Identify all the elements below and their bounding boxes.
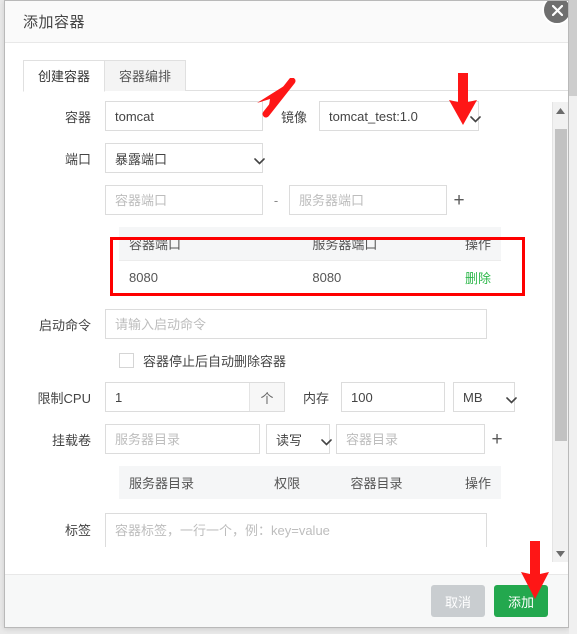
- container-name-input[interactable]: [105, 101, 263, 131]
- delete-port-link[interactable]: 删除: [465, 271, 491, 286]
- auto-remove-row: 容器停止后自动删除容器: [119, 351, 568, 370]
- port-row-container-port: 8080: [119, 260, 303, 295]
- tab-create-container[interactable]: 创建容器: [23, 60, 106, 92]
- port-table-header-action: 操作: [447, 227, 501, 261]
- volume-label: 挂载卷: [51, 432, 91, 448]
- port-label: 端口: [64, 151, 91, 167]
- start-command-row: 启动命令: [5, 309, 568, 339]
- volume-table-header-action: 操作: [443, 466, 501, 499]
- labels-row: 标签: [5, 513, 568, 547]
- dialog-title: 添加容器: [23, 14, 86, 31]
- form-scroll-area: 容器 镜像 tomcat_test:1.0 端口 暴露端口: [5, 91, 568, 547]
- table-row: 8080 8080 删除: [119, 260, 501, 295]
- volume-table-header-row: 服务器目录 权限 容器目录 操作: [119, 466, 501, 499]
- port-table-header-server-port: 服务器端口: [302, 227, 448, 261]
- volume-row: 挂载卷 读写 +: [5, 424, 568, 454]
- memory-input[interactable]: [341, 382, 445, 412]
- volume-container-dir-input[interactable]: [336, 424, 485, 454]
- port-table: 容器端口 服务器端口 操作 8080 8080 删除: [119, 227, 501, 295]
- container-name-label: 容器: [64, 109, 91, 125]
- container-port-input[interactable]: [105, 185, 263, 215]
- dialog-header: 添加容器: [5, 1, 568, 43]
- dialog-scrollbar[interactable]: [552, 102, 568, 562]
- image-label: 镜像: [280, 109, 307, 125]
- volume-server-dir-input[interactable]: [105, 424, 260, 454]
- cpu-label: 限制CPU: [37, 390, 91, 406]
- volume-table-header-server-dir: 服务器目录: [119, 466, 265, 499]
- scroll-up-button[interactable]: [553, 102, 568, 119]
- scrollbar-thumb[interactable]: [555, 129, 567, 441]
- auto-remove-label[interactable]: 容器停止后自动删除容器: [143, 351, 286, 370]
- browser-scrollbar[interactable]: [569, 0, 577, 634]
- cpu-memory-row: 限制CPU 个 内存 MB: [5, 382, 568, 412]
- dialog-footer: 取消 添加: [5, 574, 568, 627]
- start-command-label: 启动命令: [38, 317, 91, 333]
- close-icon: [551, 4, 563, 16]
- port-table-header-row: 容器端口 服务器端口 操作: [119, 227, 501, 261]
- volume-table: 服务器目录 权限 容器目录 操作: [119, 466, 501, 499]
- memory-unit-value: MB: [463, 389, 483, 405]
- labels-label: 标签: [64, 523, 91, 538]
- container-name-row: 容器 镜像 tomcat_test:1.0: [5, 101, 568, 131]
- tab-bar: 创建容器 容器编排: [23, 59, 568, 92]
- port-mode-value: 暴露端口: [115, 151, 168, 167]
- cancel-button[interactable]: 取消: [430, 585, 485, 617]
- cpu-input[interactable]: [106, 383, 249, 411]
- port-mode-row: 端口 暴露端口: [5, 143, 568, 173]
- tab-container-orchestration[interactable]: 容器编排: [104, 60, 187, 91]
- cpu-stepper[interactable]: 个: [105, 382, 285, 412]
- add-button[interactable]: 添加: [493, 585, 548, 617]
- port-inputs-row: - +: [5, 185, 568, 215]
- volume-table-header-permission: 权限: [264, 466, 341, 499]
- port-separator: -: [273, 192, 279, 208]
- volume-table-header-container-dir: 容器目录: [340, 466, 444, 499]
- server-port-input[interactable]: [289, 185, 447, 215]
- cpu-unit-label: 个: [249, 383, 284, 411]
- auto-remove-checkbox[interactable]: [119, 353, 134, 368]
- add-container-dialog: 添加容器 创建容器 容器编排 容器 镜像 tomcat_test:1.0 端口 …: [4, 0, 569, 628]
- port-mode-select[interactable]: 暴露端口: [105, 143, 265, 173]
- start-command-input[interactable]: [105, 309, 487, 339]
- memory-label: 内存: [302, 390, 329, 406]
- volume-mode-select[interactable]: 读写: [266, 424, 332, 454]
- port-row-server-port: 8080: [302, 260, 448, 295]
- scrollbar-track[interactable]: [553, 119, 568, 545]
- image-select-value: tomcat_test:1.0: [329, 108, 418, 124]
- add-port-icon[interactable]: +: [447, 191, 471, 210]
- browser-scrollbar-thumb[interactable]: [569, 0, 577, 96]
- port-table-header-container-port: 容器端口: [119, 227, 303, 261]
- memory-unit-select[interactable]: MB: [453, 382, 517, 412]
- scroll-down-button[interactable]: [553, 545, 568, 562]
- add-volume-icon[interactable]: +: [485, 430, 509, 449]
- image-select[interactable]: tomcat_test:1.0: [319, 101, 481, 131]
- volume-mode-value: 读写: [276, 432, 303, 448]
- labels-textarea[interactable]: [105, 513, 487, 547]
